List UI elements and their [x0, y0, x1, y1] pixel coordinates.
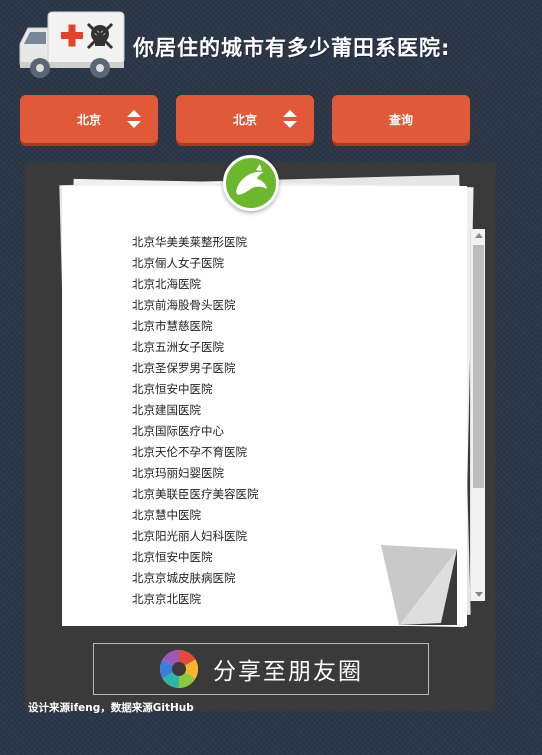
list-item: 北京华美美莱整形医院	[132, 235, 247, 249]
list-item: 北京市慧慈医院	[132, 319, 213, 333]
list-item: 北京国际医疗中心	[132, 424, 224, 438]
dolphin-glyph-icon	[236, 164, 267, 195]
list-item: 北京玛丽妇婴医院	[132, 466, 224, 480]
select-arrows-icon	[283, 110, 297, 128]
list-item: 北京建国医院	[132, 403, 201, 417]
select-arrows-icon	[127, 110, 141, 128]
share-label: 分享至朋友圈	[213, 659, 363, 685]
hospital-list[interactable]: 北京华美美莱整形医院 北京俪人女子医院 北京北海医院 北京前海股骨头医院 北京市…	[132, 232, 259, 610]
list-item: 北京恒安中医院	[132, 382, 213, 396]
list-item: 北京天伦不孕不育医院	[132, 445, 247, 459]
page-title: 你居住的城市有多少莆田系医院:	[133, 36, 451, 60]
page-curl-decoration	[381, 545, 457, 625]
list-item: 北京京北医院	[132, 592, 201, 606]
credits-text: 设计来源ifeng，数据来源GitHub	[28, 702, 194, 714]
query-controls: 北京 北京 查询	[0, 95, 542, 145]
list-item: 北京圣保罗男子医院	[132, 361, 236, 375]
share-button[interactable]: 分享至朋友圈	[93, 643, 429, 695]
list-item: 北京五洲女子医院	[132, 340, 224, 354]
list-item: 北京恒安中医院	[132, 550, 213, 564]
dolphin-icon	[223, 155, 279, 211]
camera-aperture-icon	[159, 649, 199, 689]
province-select-value: 北京	[76, 112, 101, 127]
list-item: 北京慧中医院	[132, 508, 201, 522]
results-panel: 北京华美美莱整形医院 北京俪人女子医院 北京北海医院 北京前海股骨头医院 北京市…	[25, 155, 495, 714]
list-item: 北京京城皮肤病医院	[132, 571, 236, 585]
ambulance-skull-icon	[19, 11, 125, 78]
query-button[interactable]: 查询	[332, 95, 470, 143]
list-item: 北京俪人女子医院	[132, 256, 224, 270]
header: 你居住的城市有多少莆田系医院:	[18, 10, 528, 82]
list-item: 北京美联臣医疗美容医院	[132, 487, 259, 501]
list-item: 北京阳光丽人妇科医院	[132, 529, 247, 543]
province-select[interactable]: 北京	[20, 95, 158, 143]
scrollbar-thumb[interactable]	[473, 245, 484, 488]
scroll-up-arrow-icon[interactable]	[475, 233, 483, 238]
scroll-down-arrow-icon[interactable]	[475, 592, 483, 597]
list-scrollbar[interactable]	[470, 229, 485, 601]
list-item: 北京前海股骨头医院	[132, 298, 236, 312]
city-select-value: 北京	[232, 112, 257, 127]
city-select[interactable]: 北京	[176, 95, 314, 143]
list-item: 北京北海医院	[132, 277, 201, 291]
